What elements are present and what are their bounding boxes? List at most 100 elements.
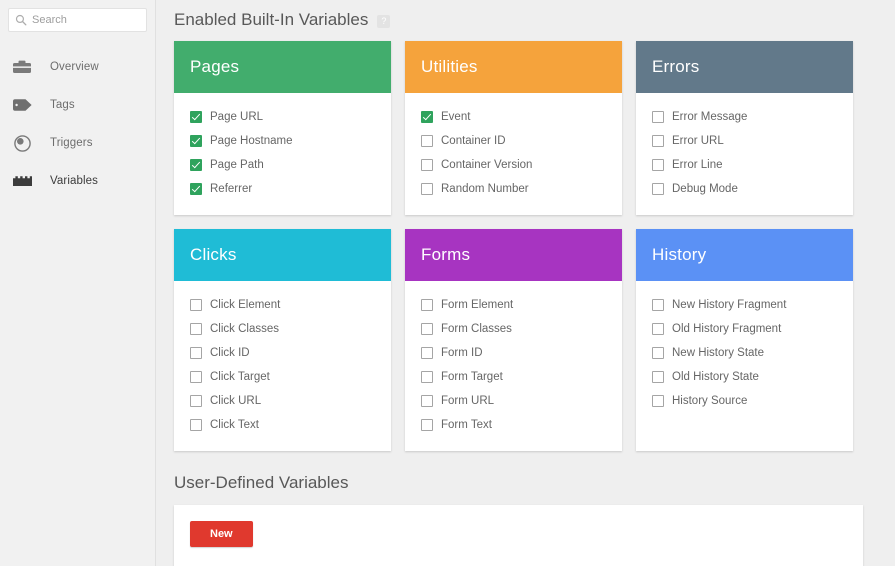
help-icon[interactable]: ?	[377, 15, 391, 28]
variable-label: Form Text	[441, 419, 492, 431]
variable-label: Click ID	[210, 347, 250, 359]
variable-row[interactable]: Click Element	[174, 293, 391, 317]
checkbox-icon[interactable]	[421, 159, 433, 171]
checkbox-icon[interactable]	[652, 135, 664, 147]
tag-icon	[12, 95, 32, 115]
variable-row[interactable]: Old History State	[636, 365, 853, 389]
user-defined-variables-title: User-Defined Variables	[174, 473, 349, 492]
variable-label: Click URL	[210, 395, 262, 407]
variable-label: Page URL	[210, 111, 264, 123]
sidebar-item-overview[interactable]: Overview	[0, 48, 155, 86]
variable-row[interactable]: Form ID	[405, 341, 622, 365]
page-title-text: Enabled Built-In Variables	[174, 10, 369, 29]
checkbox-icon[interactable]	[190, 159, 202, 171]
card-header: Forms	[405, 229, 622, 281]
card-header: Utilities	[405, 41, 622, 93]
variable-row[interactable]: History Source	[636, 389, 853, 413]
variable-row[interactable]: Old History Fragment	[636, 317, 853, 341]
checkbox-icon[interactable]	[652, 395, 664, 407]
checkbox-icon[interactable]	[421, 135, 433, 147]
variable-row[interactable]: Page URL	[174, 105, 391, 129]
variable-row[interactable]: Click URL	[174, 389, 391, 413]
checkbox-icon[interactable]	[421, 347, 433, 359]
checkbox-icon[interactable]	[652, 159, 664, 171]
checkbox-icon[interactable]	[190, 111, 202, 123]
triggers-circles-icon	[12, 133, 32, 153]
variable-label: Event	[441, 111, 471, 123]
sidebar-item-variables[interactable]: Variables	[0, 162, 155, 200]
card-body: Click Element Click Classes Click ID Cli…	[174, 281, 391, 451]
card-title: History	[652, 245, 707, 264]
checkbox-icon[interactable]	[652, 323, 664, 335]
checkbox-icon[interactable]	[421, 299, 433, 311]
variable-row[interactable]: Form Element	[405, 293, 622, 317]
sidebar-item-label: Tags	[50, 99, 75, 111]
checkbox-icon[interactable]	[652, 183, 664, 195]
new-variable-button[interactable]: New	[190, 521, 253, 547]
user-defined-variables-panel: New This container has no user-defined v…	[174, 505, 863, 566]
variable-row[interactable]: New History State	[636, 341, 853, 365]
variable-row[interactable]: Container Version	[405, 153, 622, 177]
variable-label: Page Hostname	[210, 135, 293, 147]
checkbox-icon[interactable]	[652, 347, 664, 359]
variable-row[interactable]: Form URL	[405, 389, 622, 413]
checkbox-icon[interactable]	[421, 371, 433, 383]
checkbox-icon[interactable]	[652, 299, 664, 311]
checkbox-icon[interactable]	[421, 183, 433, 195]
variable-row[interactable]: Click Text	[174, 413, 391, 437]
variable-row[interactable]: Referrer	[174, 177, 391, 201]
search-box[interactable]	[8, 8, 147, 32]
variable-row[interactable]: Page Path	[174, 153, 391, 177]
variable-row[interactable]: Error URL	[636, 129, 853, 153]
variable-label: Error Message	[672, 111, 748, 123]
variable-row[interactable]: Form Target	[405, 365, 622, 389]
variable-row[interactable]: Form Classes	[405, 317, 622, 341]
variable-label: Click Target	[210, 371, 270, 383]
checkbox-icon[interactable]	[190, 371, 202, 383]
checkbox-icon[interactable]	[190, 419, 202, 431]
overview-briefcase-icon	[12, 57, 32, 77]
variable-row[interactable]: Click Target	[174, 365, 391, 389]
variable-row[interactable]: Click ID	[174, 341, 391, 365]
variable-card-history: History New History Fragment Old History…	[636, 229, 853, 451]
variable-row[interactable]: Page Hostname	[174, 129, 391, 153]
card-title: Pages	[190, 57, 240, 76]
card-title: Forms	[421, 245, 471, 264]
sidebar-item-tags[interactable]: Tags	[0, 86, 155, 124]
variables-blocks-icon	[12, 171, 32, 191]
checkbox-icon[interactable]	[190, 395, 202, 407]
card-title: Clicks	[190, 245, 237, 264]
checkbox-icon[interactable]	[421, 111, 433, 123]
checkbox-icon[interactable]	[190, 183, 202, 195]
checkbox-icon[interactable]	[652, 371, 664, 383]
checkbox-icon[interactable]	[421, 323, 433, 335]
variable-label: Click Classes	[210, 323, 280, 335]
variable-row[interactable]: Event	[405, 105, 622, 129]
variable-row[interactable]: New History Fragment	[636, 293, 853, 317]
variable-label: New History State	[672, 347, 765, 359]
card-body: Page URL Page Hostname Page Path Referre…	[174, 93, 391, 215]
variable-row[interactable]: Random Number	[405, 177, 622, 201]
variable-label: Page Path	[210, 159, 264, 171]
variable-label: Form Classes	[441, 323, 512, 335]
variable-row[interactable]: Error Message	[636, 105, 853, 129]
card-title: Utilities	[421, 57, 478, 76]
checkbox-icon[interactable]	[421, 395, 433, 407]
variable-label: Form URL	[441, 395, 495, 407]
variable-row[interactable]: Form Text	[405, 413, 622, 437]
checkbox-icon[interactable]	[190, 299, 202, 311]
sidebar: Overview Tags	[0, 0, 156, 566]
checkbox-icon[interactable]	[190, 347, 202, 359]
sidebar-item-triggers[interactable]: Triggers	[0, 124, 155, 162]
variable-row[interactable]: Click Classes	[174, 317, 391, 341]
checkbox-icon[interactable]	[190, 323, 202, 335]
variable-row[interactable]: Container ID	[405, 129, 622, 153]
card-body: Error Message Error URL Error Line Debug…	[636, 93, 853, 215]
variable-row[interactable]: Error Line	[636, 153, 853, 177]
checkbox-icon[interactable]	[652, 111, 664, 123]
checkbox-icon[interactable]	[421, 419, 433, 431]
variable-row[interactable]: Debug Mode	[636, 177, 853, 201]
checkbox-icon[interactable]	[190, 135, 202, 147]
search-input[interactable]	[32, 14, 140, 26]
sidebar-item-label: Triggers	[50, 137, 93, 149]
